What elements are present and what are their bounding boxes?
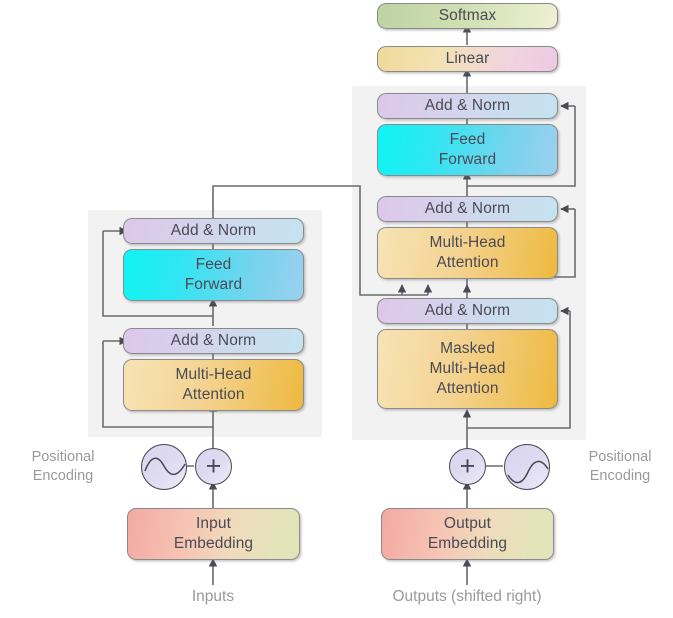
decoder-add-norm-bottom-node: Add & Norm bbox=[377, 298, 558, 324]
softmax-label: Softmax bbox=[438, 7, 497, 25]
transformer-architecture-diagram: Softmax Linear Add & Norm Feed Forward A… bbox=[0, 0, 673, 618]
sine-wave-icon bbox=[144, 457, 186, 476]
decoder-feed-forward-label: Feed Forward bbox=[438, 131, 497, 168]
left-positional-encoding-label: Positional Encoding bbox=[31, 449, 95, 484]
decoder-cross-attention-label: Multi-Head Attention bbox=[429, 234, 506, 271]
softmax-node: Softmax bbox=[377, 3, 558, 29]
encoder-add-norm-top-label: Add & Norm bbox=[170, 222, 257, 240]
connector-layer bbox=[102, 24, 576, 585]
encoder-add-norm-bottom-node: Add & Norm bbox=[123, 328, 304, 354]
positional-encoding-wave-right bbox=[504, 444, 550, 490]
encoder-feed-forward-label: Feed Forward bbox=[184, 256, 243, 293]
decoder-add-norm-top-label: Add & Norm bbox=[424, 97, 511, 115]
decoder-plus-symbol: + bbox=[459, 451, 476, 481]
decoder-add-norm-top-node: Add & Norm bbox=[377, 93, 558, 119]
encoder-self-attention-node: Multi-Head Attention bbox=[123, 359, 304, 411]
encoder-add-norm-top-node: Add & Norm bbox=[123, 218, 304, 244]
input-embedding-label: Input Embedding bbox=[173, 515, 254, 552]
decoder-cross-attention-node: Multi-Head Attention bbox=[377, 227, 558, 279]
decoder-masked-attention-node: Masked Multi-Head Attention bbox=[377, 329, 558, 409]
decoder-add-norm-mid-node: Add & Norm bbox=[377, 196, 558, 222]
linear-node: Linear bbox=[377, 46, 558, 72]
decoder-add-norm-bottom-label: Add & Norm bbox=[424, 302, 511, 320]
encoder-plus-symbol: + bbox=[205, 451, 222, 481]
outputs-label: Outputs (shifted right) bbox=[392, 588, 542, 605]
inputs-label: Inputs bbox=[191, 588, 235, 605]
encoder-add-norm-bottom-label: Add & Norm bbox=[170, 332, 257, 350]
linear-label: Linear bbox=[445, 50, 490, 68]
output-embedding-label: Output Embedding bbox=[427, 515, 508, 552]
encoder-feed-forward-node: Feed Forward bbox=[123, 249, 304, 301]
encoder-self-attention-label: Multi-Head Attention bbox=[175, 366, 252, 403]
positional-encoding-wave-left bbox=[141, 444, 187, 490]
output-embedding-node: Output Embedding bbox=[381, 508, 554, 560]
right-positional-encoding-label: Positional Encoding bbox=[588, 449, 652, 484]
decoder-masked-attention-label: Masked Multi-Head Attention bbox=[429, 340, 506, 397]
sine-wave-icon bbox=[507, 460, 549, 484]
input-embedding-node: Input Embedding bbox=[127, 508, 300, 560]
decoder-feed-forward-node: Feed Forward bbox=[377, 124, 558, 176]
decoder-add-norm-mid-label: Add & Norm bbox=[424, 200, 511, 218]
